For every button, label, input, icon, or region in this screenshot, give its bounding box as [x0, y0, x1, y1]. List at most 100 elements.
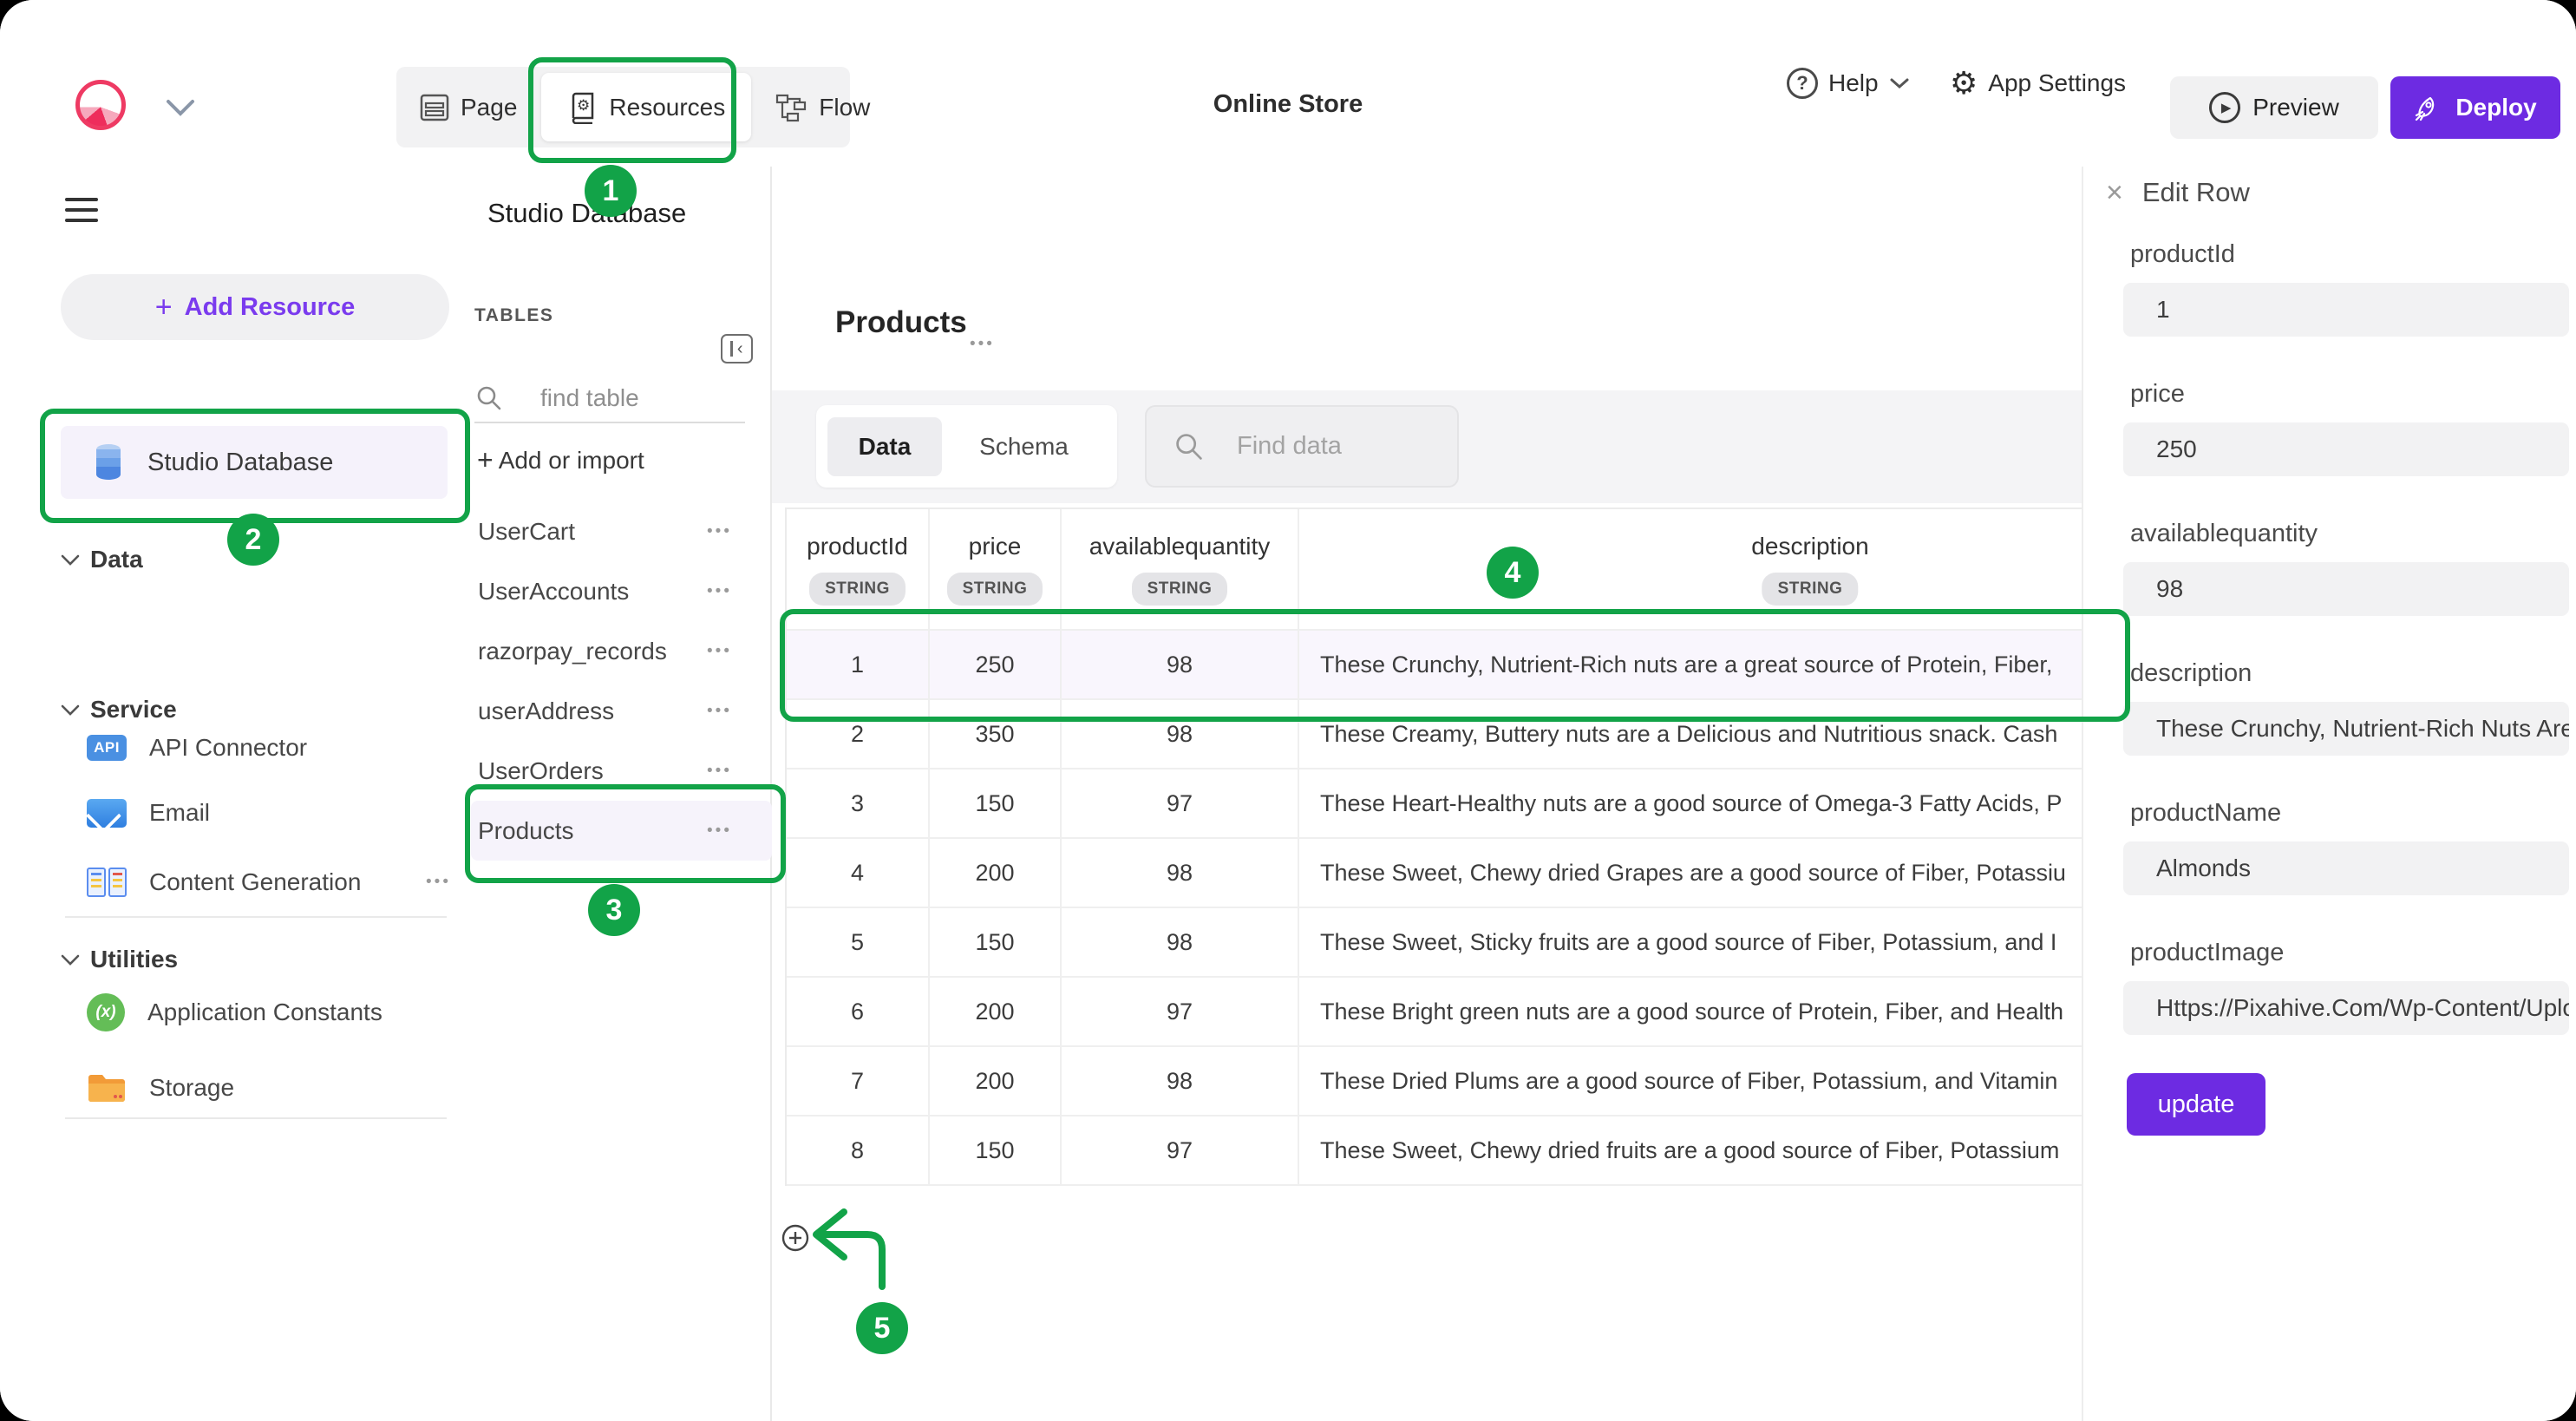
preview-button[interactable]: ▶ Preview: [2170, 76, 2378, 139]
find-data-input[interactable]: [1235, 431, 1429, 462]
app-logo[interactable]: [75, 80, 126, 130]
table-row[interactable]: 720098These Dried Plums are a good sourc…: [787, 1047, 2082, 1116]
table-list-item-UserAccounts[interactable]: UserAccounts•••: [471, 561, 772, 621]
cell-price[interactable]: 200: [930, 978, 1062, 1045]
cell-description[interactable]: These Creamy, Buttery nuts are a Delicio…: [1299, 700, 2082, 768]
tab-page[interactable]: Page: [396, 67, 539, 147]
cell-availablequantity[interactable]: 98: [1062, 700, 1299, 768]
item-menu-icon[interactable]: •••: [707, 522, 732, 541]
sidebar-item-label: Email: [149, 799, 210, 827]
cell-description[interactable]: These Sweet, Chewy dried fruits are a go…: [1299, 1116, 2082, 1184]
tab-flow[interactable]: Flow: [753, 67, 892, 147]
cell-availablequantity[interactable]: 97: [1062, 1116, 1299, 1184]
flow-icon: [775, 92, 808, 123]
cell-description[interactable]: These Bright green nuts are a good sourc…: [1299, 978, 2082, 1045]
cell-description[interactable]: These Sweet, Chewy dried Grapes are a go…: [1299, 839, 2082, 907]
table-list-item-UserCart[interactable]: UserCart•••: [471, 501, 772, 561]
table-row[interactable]: 815097These Sweet, Chewy dried fruits ar…: [787, 1116, 2082, 1186]
table-row[interactable]: 315097These Heart-Healthy nuts are a goo…: [787, 769, 2082, 839]
cell-productId[interactable]: 7: [787, 1047, 930, 1115]
menu-icon[interactable]: [65, 198, 98, 229]
field-input-productImage[interactable]: [2123, 981, 2569, 1035]
field-input-description[interactable]: [2123, 702, 2569, 756]
app-settings-button[interactable]: ⚙ App Settings: [1950, 0, 2126, 167]
help-menu[interactable]: ? Help: [1787, 0, 1910, 167]
table-row[interactable]: 420098These Sweet, Chewy dried Grapes ar…: [787, 839, 2082, 908]
cell-description[interactable]: These Heart-Healthy nuts are a good sour…: [1299, 769, 2082, 837]
find-table-input[interactable]: [539, 383, 716, 413]
cell-availablequantity[interactable]: 97: [1062, 769, 1299, 837]
cell-productId[interactable]: 1: [787, 631, 930, 698]
column-header-description[interactable]: descriptionSTRING: [1299, 509, 2082, 629]
tab-resources[interactable]: ⚙ Resources: [541, 73, 751, 141]
column-header-productId[interactable]: productIdSTRING: [787, 509, 930, 629]
section-utilities[interactable]: Utilities: [61, 946, 178, 973]
field-input-productName[interactable]: [2123, 841, 2569, 895]
cell-availablequantity[interactable]: 98: [1062, 1047, 1299, 1115]
table-row[interactable]: 235098These Creamy, Buttery nuts are a D…: [787, 700, 2082, 769]
item-menu-icon[interactable]: •••: [707, 582, 732, 601]
field-input-price[interactable]: [2123, 422, 2569, 476]
tab-schema[interactable]: Schema: [942, 433, 1106, 461]
cell-description[interactable]: These Sweet, Sticky fruits are a good so…: [1299, 908, 2082, 976]
cell-description[interactable]: These Crunchy, Nutrient-Rich nuts are a …: [1299, 631, 2082, 698]
close-icon[interactable]: ×: [2106, 178, 2123, 207]
item-menu-icon[interactable]: •••: [707, 702, 732, 721]
table-row[interactable]: 515098These Sweet, Sticky fruits are a g…: [787, 908, 2082, 978]
item-menu-icon[interactable]: •••: [707, 822, 732, 841]
table-menu-icon[interactable]: •••: [970, 335, 995, 354]
cell-productId[interactable]: 5: [787, 908, 930, 976]
resources-book-icon: ⚙: [567, 91, 598, 124]
cell-price[interactable]: 250: [930, 631, 1062, 698]
column-header-availablequantity[interactable]: availablequantitySTRING: [1062, 509, 1299, 629]
collapse-panel-icon[interactable]: ‹: [721, 334, 753, 363]
table-name: userAddress: [478, 697, 707, 725]
item-menu-icon[interactable]: •••: [707, 642, 732, 661]
table-row[interactable]: 620097These Bright green nuts are a good…: [787, 978, 2082, 1047]
table-list-item-userAddress[interactable]: userAddress•••: [471, 681, 772, 741]
column-header-price[interactable]: priceSTRING: [930, 509, 1062, 629]
table-list-item-Products[interactable]: Products•••: [471, 801, 772, 861]
cell-price[interactable]: 150: [930, 1116, 1062, 1184]
cell-availablequantity[interactable]: 97: [1062, 978, 1299, 1045]
cell-price[interactable]: 200: [930, 1047, 1062, 1115]
cell-productId[interactable]: 2: [787, 700, 930, 768]
tab-data[interactable]: Data: [827, 417, 942, 476]
cell-availablequantity[interactable]: 98: [1062, 839, 1299, 907]
cell-price[interactable]: 350: [930, 700, 1062, 768]
table-list-item-razorpay_records[interactable]: razorpay_records•••: [471, 621, 772, 681]
field-input-availablequantity[interactable]: [2123, 562, 2569, 616]
cell-availablequantity[interactable]: 98: [1062, 631, 1299, 698]
sidebar-item-studio-database[interactable]: Studio Database: [61, 426, 448, 499]
cell-productId[interactable]: 6: [787, 978, 930, 1045]
item-menu-icon[interactable]: •••: [426, 873, 451, 892]
table-list-item-UserOrders[interactable]: UserOrders•••: [471, 741, 772, 801]
cell-price[interactable]: 200: [930, 839, 1062, 907]
cell-productId[interactable]: 4: [787, 839, 930, 907]
cell-description[interactable]: These Dried Plums are a good source of F…: [1299, 1047, 2082, 1115]
sidebar-item-content-generation[interactable]: Content Generation •••: [87, 858, 451, 907]
sidebar-item-storage[interactable]: Storage: [87, 1064, 234, 1112]
cell-availablequantity[interactable]: 98: [1062, 908, 1299, 976]
update-button[interactable]: update: [2127, 1073, 2265, 1136]
cell-productId[interactable]: 8: [787, 1116, 930, 1184]
column-name: productId: [807, 533, 908, 560]
sidebar-item-label: Application Constants: [147, 999, 382, 1026]
add-resource-button[interactable]: + Add Resource: [61, 274, 449, 340]
cell-productId[interactable]: 3: [787, 769, 930, 837]
section-service-label: Service: [90, 696, 177, 724]
cell-price[interactable]: 150: [930, 769, 1062, 837]
field-input-productId[interactable]: [2123, 283, 2569, 337]
column-name: availablequantity: [1089, 533, 1271, 560]
sidebar-item-application-constants[interactable]: (x) Application Constants: [87, 988, 382, 1037]
deploy-button[interactable]: Deploy: [2390, 76, 2560, 139]
cell-price[interactable]: 150: [930, 908, 1062, 976]
section-service[interactable]: Service: [61, 696, 177, 724]
section-data[interactable]: Data: [61, 546, 143, 573]
add-or-import-button[interactable]: + Add or import: [477, 444, 644, 476]
sidebar-item-api-connector[interactable]: API API Connector: [87, 724, 307, 772]
workspace-chevron-down-icon[interactable]: [163, 97, 198, 118]
item-menu-icon[interactable]: •••: [707, 762, 732, 781]
sidebar-item-email[interactable]: Email: [87, 789, 210, 837]
table-row[interactable]: 125098These Crunchy, Nutrient-Rich nuts …: [787, 631, 2082, 700]
